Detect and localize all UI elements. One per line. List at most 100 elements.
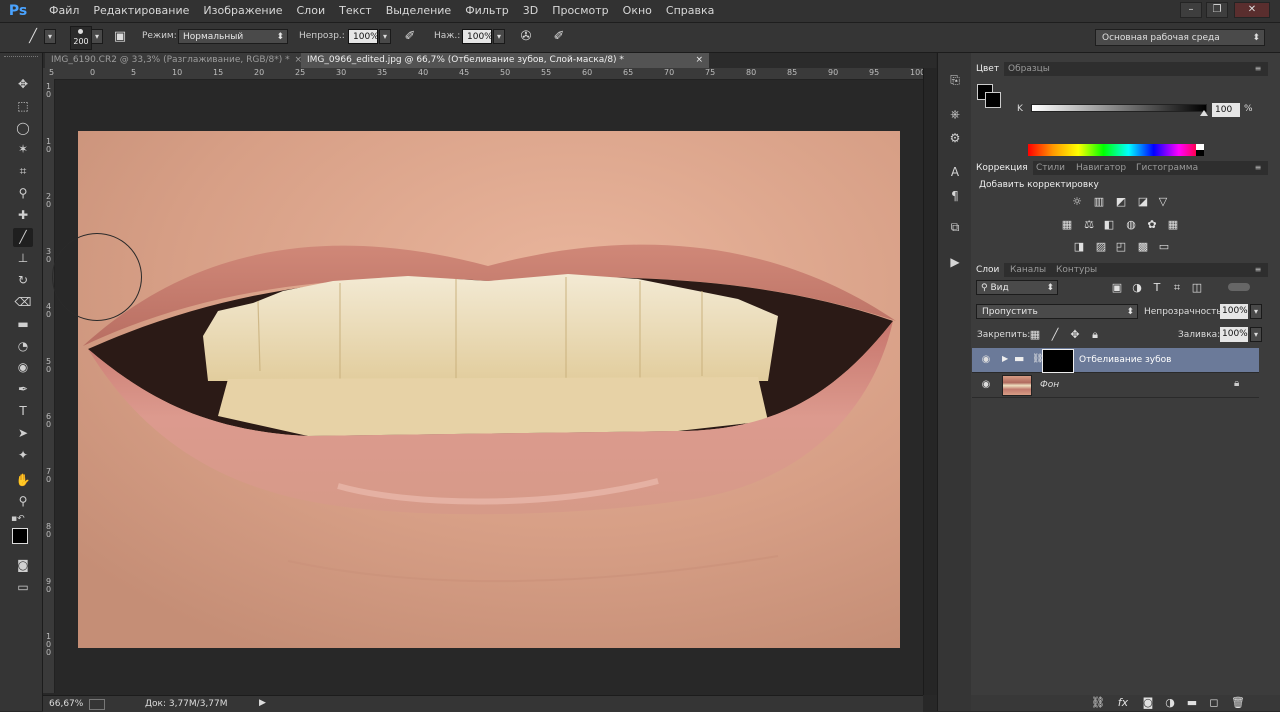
brightness-icon[interactable]: ☼ [1070,195,1084,209]
type-tool-icon[interactable]: T [13,402,33,421]
crop-tool-icon[interactable]: ⌗ [13,162,33,181]
tab-img-0966-edited[interactable]: IMG_0966_edited.jpg @ 66,7% (Отбеливание… [301,53,709,68]
tab-paths[interactable]: Контуры [1051,263,1102,277]
filter-smart-object-icon[interactable]: ◫ [1190,281,1204,295]
photo-filter-icon[interactable]: ◍ [1124,218,1138,232]
tab-img-6190[interactable]: IMG_6190.CR2 @ 33,3% (Разглаживание, RGB… [45,53,308,68]
vertical-scrollbar[interactable] [923,68,937,695]
status-menu-arrow[interactable]: ▶ [259,698,266,708]
tab-close-icon[interactable]: × [695,53,703,68]
levels-icon[interactable]: ▥ [1092,195,1106,209]
k-slider-track[interactable] [1031,104,1207,112]
new-layer-icon[interactable]: ◻ [1207,696,1221,710]
restore-button[interactable]: ❐ [1206,2,1228,18]
menu-layers[interactable]: Слои [290,0,333,22]
lasso-tool-icon[interactable]: ◯ [13,119,33,138]
filter-adjustment-icon[interactable]: ◑ [1130,281,1144,295]
pressure-size-icon[interactable]: ✐ [550,28,568,46]
eye-icon[interactable]: ◉ [980,379,992,391]
blend-mode-select[interactable]: Нормальный ⬍ [178,29,288,44]
trash-icon[interactable]: 🗑︎ [1231,696,1245,710]
tab-histogram[interactable]: Гистограмма [1131,161,1203,175]
add-mask-icon[interactable]: ◙ [1141,696,1155,710]
actions-play-icon[interactable]: ▶ [945,253,965,271]
shape-tool-icon[interactable]: ✦ [13,446,33,465]
dodge-tool-icon[interactable]: ◉ [13,358,33,377]
hand-tool-icon[interactable]: ✋ [13,471,33,490]
tab-swatches[interactable]: Образцы [1003,62,1055,76]
new-adjustment-icon[interactable]: ◑ [1163,696,1177,710]
new-group-icon[interactable]: ▬ [1185,696,1199,710]
preset-dropdown-arrow[interactable]: ▾ [44,29,56,44]
color-bg-swatch[interactable] [985,92,1001,108]
lock-transparent-icon[interactable]: ▦ [1028,328,1042,342]
layer-filter-select[interactable]: ⚲ Вид ⬍ [976,280,1058,295]
hue-saturation-icon[interactable]: ▦ [1060,218,1074,232]
move-tool-icon[interactable]: ✥ [13,75,33,94]
spectrum-black[interactable] [1196,150,1204,156]
layer-row-background[interactable]: ◉ Фон 🔒︎ [972,373,1259,398]
zoom-level[interactable]: 66,67% [49,699,83,709]
menu-view[interactable]: Просмотр [545,0,615,22]
layer-opacity-arrow[interactable]: ▾ [1250,304,1262,319]
brush-size-picker[interactable]: 200 [70,26,92,50]
brush-tool-preset-icon[interactable]: ╱ [24,28,42,46]
minimize-button[interactable]: – [1180,2,1202,18]
k-slider-handle[interactable] [1200,110,1208,116]
vertical-ruler[interactable]: 10 10 20 30 40 50 60 70 80 90 100 [43,79,55,693]
eraser-tool-icon[interactable]: ⌫ [13,293,33,312]
menu-window[interactable]: Окно [616,0,659,22]
marquee-tool-icon[interactable]: ⬚ [13,97,33,116]
panel-menu-icon[interactable]: ≡ [1253,64,1263,74]
color-lookup-icon[interactable]: ▦ [1166,218,1180,232]
history-brush-tool-icon[interactable]: ↻ [13,271,33,290]
layer-opacity-input[interactable]: 100% [1220,304,1248,319]
menu-text[interactable]: Текст [332,0,379,22]
quick-select-tool-icon[interactable]: ✶ [13,140,33,159]
default-colors-icon[interactable]: ▪↶ [11,514,25,524]
panel-menu-icon[interactable]: ≡ [1253,265,1263,275]
tab-styles[interactable]: Стили [1031,161,1070,175]
paragraph-icon[interactable]: ¶ [945,187,965,205]
status-preview-icon[interactable] [89,699,105,710]
tool-presets-icon[interactable]: ⚙ [945,129,965,147]
tab-navigator[interactable]: Навигатор [1071,161,1131,175]
lock-position-icon[interactable]: ✥ [1068,328,1082,342]
curves-icon[interactable]: ◩ [1114,195,1128,209]
zoom-tool-icon[interactable]: ⚲ [13,492,33,511]
vibrance-icon[interactable]: ▽ [1156,195,1170,209]
brush-tool-icon[interactable]: ╱ [13,228,33,247]
expand-arrow-icon[interactable]: ▶ [1002,354,1008,363]
layer-name[interactable]: Отбеливание зубов [1079,355,1171,365]
quick-mask-icon[interactable]: ◙ [13,556,33,575]
character-icon[interactable]: A [945,163,965,181]
fill-arrow[interactable]: ▾ [1250,327,1262,342]
eyedropper-tool-icon[interactable]: ⚲ [13,184,33,203]
channel-mixer-icon[interactable]: ✿ [1145,218,1159,232]
black-white-icon[interactable]: ◧ [1102,218,1116,232]
blur-tool-icon[interactable]: ◔ [13,337,33,356]
tab-layers[interactable]: Слои [971,263,1005,277]
panel-grip[interactable] [4,56,38,61]
pressure-dropdown-arrow[interactable]: ▾ [493,29,505,44]
brush-panel-toggle-icon[interactable]: ▣ [111,28,129,46]
panel-menu-icon[interactable]: ≡ [1253,163,1263,173]
history-icon[interactable]: ⎘ [945,71,965,89]
horizontal-ruler[interactable]: 5 0 5 10 15 20 25 30 35 40 45 50 55 60 65 70 75 80 85 90 95 1… [43,68,925,80]
path-select-tool-icon[interactable]: ➤ [13,424,33,443]
pressure-input[interactable]: 100% [462,29,493,44]
gradient-tool-icon[interactable]: ▬ [13,315,33,334]
color-spectrum-bar[interactable] [1028,144,1204,156]
opacity-input[interactable]: 100% [348,29,379,44]
menu-filter[interactable]: Фильтр [458,0,516,22]
layer-thumbnail[interactable] [1002,375,1032,396]
exposure-icon[interactable]: ◪ [1136,195,1150,209]
menu-file[interactable]: Файл [42,0,86,22]
posterize-icon[interactable]: ▨ [1094,240,1108,254]
menu-3d[interactable]: 3D [516,0,545,22]
k-value-input[interactable]: 100 [1212,103,1240,117]
eye-icon[interactable]: ◉ [980,354,992,366]
screen-mode-icon[interactable]: ▭ [13,578,33,597]
menu-select[interactable]: Выделение [379,0,459,22]
foreground-color-swatch[interactable] [12,528,28,544]
